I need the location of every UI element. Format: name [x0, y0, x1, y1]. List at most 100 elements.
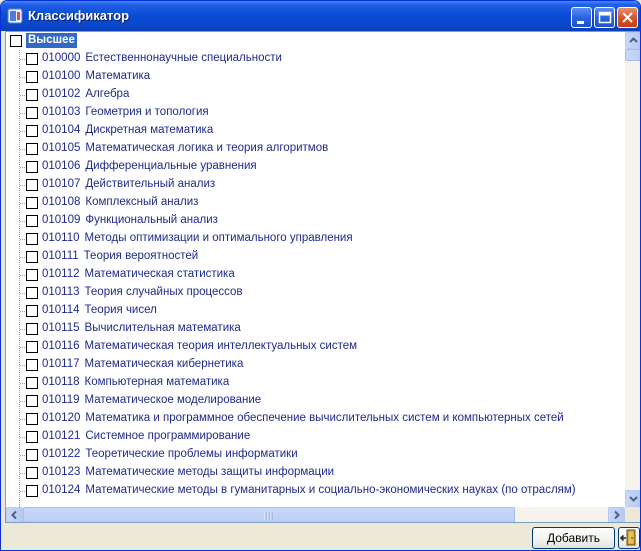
tree-node-label[interactable]: 010119 Математическое моделирование: [42, 394, 261, 406]
tree-node[interactable]: 010109 Функциональный анализ: [6, 212, 625, 230]
tree-node-label[interactable]: 010116 Математическая теория интеллектуал…: [42, 340, 357, 352]
tree-node-label[interactable]: 010110 Методы оптимизации и оптимального …: [42, 232, 353, 244]
tree-node-label[interactable]: 010000 Естественнонаучные специальности: [42, 52, 282, 64]
tree-node[interactable]: 010120 Математика и программное обеспечен…: [6, 410, 625, 428]
close-button[interactable]: [617, 7, 638, 28]
tree-node-label[interactable]: 010117 Математическая кибернетика: [42, 358, 243, 370]
tree-node-checkbox[interactable]: [26, 377, 38, 389]
tree-node[interactable]: 010114 Теория чисел: [6, 302, 625, 320]
tree-node[interactable]: 010102 Алгебра: [6, 86, 625, 104]
tree-node[interactable]: 010115 Вычислительная математика: [6, 320, 625, 338]
tree-node-label[interactable]: 010121 Системное программирование: [42, 430, 250, 442]
tree-node-label[interactable]: 010111 Теория вероятностей: [42, 250, 198, 262]
tree-node-label[interactable]: 010100 Математика: [42, 70, 150, 82]
node-code: 010119: [42, 394, 80, 406]
tree-node-checkbox[interactable]: [26, 233, 38, 245]
tree-node[interactable]: 010121 Системное программирование: [6, 428, 625, 446]
node-code: 010118: [42, 376, 80, 388]
tree-node-checkbox[interactable]: [26, 395, 38, 407]
tree-node-label[interactable]: 010122 Теоретические проблемы информатики: [42, 448, 298, 460]
tree-node-checkbox[interactable]: [26, 197, 38, 209]
tree-node-label[interactable]: 010107 Действительный анализ: [42, 178, 215, 190]
tree-node[interactable]: 010106 Дифференциальные уравнения: [6, 158, 625, 176]
tree-node-checkbox[interactable]: [26, 341, 38, 353]
tree-node-checkbox[interactable]: [26, 215, 38, 227]
tree-node[interactable]: 010108 Комплексный анализ: [6, 194, 625, 212]
tree-node-checkbox[interactable]: [26, 161, 38, 173]
tree-node-label[interactable]: 010103 Геометрия и топология: [42, 106, 209, 118]
tree-node-label[interactable]: 010109 Функциональный анализ: [42, 214, 218, 226]
tree-node-checkbox[interactable]: [26, 143, 38, 155]
tree-node-checkbox[interactable]: [26, 89, 38, 101]
tree-node-checkbox[interactable]: [26, 305, 38, 317]
tree-node[interactable]: 010122 Теоретические проблемы информатики: [6, 446, 625, 464]
tree-node[interactable]: 010112 Математическая статистика: [6, 266, 625, 284]
tree-node-checkbox[interactable]: [26, 359, 38, 371]
tree-node-checkbox[interactable]: [26, 269, 38, 281]
tree-node-checkbox[interactable]: [26, 413, 38, 425]
tree-node[interactable]: 010118 Компьютерная математика: [6, 374, 625, 392]
tree-node-label[interactable]: 010115 Вычислительная математика: [42, 322, 241, 334]
tree-node[interactable]: 010110 Методы оптимизации и оптимального …: [6, 230, 625, 248]
horizontal-scroll-thumb[interactable]: [23, 507, 515, 522]
tree-node-label[interactable]: 010118 Компьютерная математика: [42, 376, 229, 388]
tree-node-checkbox[interactable]: [26, 485, 38, 497]
tree-node-checkbox[interactable]: [26, 125, 38, 137]
node-name: Математика: [85, 70, 151, 82]
tree-node[interactable]: 010103 Геометрия и топология: [6, 104, 625, 122]
node-code: 010122: [42, 448, 81, 460]
tree-node-label[interactable]: 010106 Дифференциальные уравнения: [42, 160, 257, 172]
tree-node-checkbox[interactable]: [26, 53, 38, 65]
tree-node-label[interactable]: 010113 Теория случайных процессов: [42, 286, 243, 298]
minimize-button[interactable]: [571, 7, 592, 28]
tree-node[interactable]: 010117 Математическая кибернетика: [6, 356, 625, 374]
tree-node[interactable]: 010000 Естественнонаучные специальности: [6, 50, 625, 68]
tree-node-checkbox[interactable]: [26, 287, 38, 299]
tree-node-label[interactable]: 010114 Теория чисел: [42, 304, 157, 316]
tree-node-label[interactable]: 010102 Алгебра: [42, 88, 129, 100]
horizontal-scrollbar[interactable]: [6, 507, 625, 522]
tree-node[interactable]: 010111 Теория вероятностей: [6, 248, 625, 266]
arrow-right-icon: [614, 510, 620, 520]
tree-node-label[interactable]: 010104 Дискретная математика: [42, 124, 213, 136]
tree-node-checkbox[interactable]: [26, 179, 38, 191]
tree-node-label[interactable]: 010123 Математические методы защиты инфор…: [42, 466, 334, 478]
tree-root-node[interactable]: Высшее: [6, 32, 625, 50]
vertical-scroll-thumb[interactable]: [625, 49, 640, 61]
add-button[interactable]: Добавить: [532, 527, 615, 549]
tree-node-checkbox[interactable]: [26, 449, 38, 461]
tree-node-label[interactable]: 010105 Математическая логика и теория алг…: [42, 142, 328, 154]
exit-button[interactable]: [618, 527, 640, 549]
tree-node-checkbox[interactable]: [26, 431, 38, 443]
maximize-button[interactable]: [594, 7, 615, 28]
title-bar[interactable]: Классификатор: [1, 1, 640, 31]
tree-node-label[interactable]: 010108 Комплексный анализ: [42, 196, 198, 208]
tree-node[interactable]: 010119 Математическое моделирование: [6, 392, 625, 410]
scroll-left-button[interactable]: [6, 507, 23, 522]
tree-node-label[interactable]: 010112 Математическая статистика: [42, 268, 235, 280]
root-checkbox[interactable]: [10, 35, 22, 47]
tree-node[interactable]: 010116 Математическая теория интеллектуал…: [6, 338, 625, 356]
tree-node[interactable]: 010113 Теория случайных процессов: [6, 284, 625, 302]
tree-node-checkbox[interactable]: [26, 467, 38, 479]
app-window-icon[interactable]: [7, 8, 23, 24]
node-code: 010116: [42, 340, 80, 352]
tree-node-checkbox[interactable]: [26, 71, 38, 83]
root-node-label[interactable]: Высшее: [26, 33, 77, 48]
vertical-scrollbar[interactable]: [625, 32, 640, 507]
tree-node[interactable]: 010100 Математика: [6, 68, 625, 86]
classifier-tree[interactable]: Высшее 010000 Естественнонаучные специаль…: [5, 31, 640, 523]
tree-node[interactable]: 010105 Математическая логика и теория алг…: [6, 140, 625, 158]
tree-node-label[interactable]: 010120 Математика и программное обеспечен…: [42, 412, 564, 424]
tree-node[interactable]: 010124 Математические методы в гуманитарн…: [6, 482, 625, 500]
tree-node-label[interactable]: 010124 Математические методы в гуманитарн…: [42, 484, 576, 496]
tree-node-checkbox[interactable]: [26, 107, 38, 119]
tree-node[interactable]: 010104 Дискретная математика: [6, 122, 625, 140]
tree-node-checkbox[interactable]: [26, 323, 38, 335]
scroll-up-button[interactable]: [625, 32, 640, 49]
tree-node-checkbox[interactable]: [26, 251, 38, 263]
scroll-down-button[interactable]: [625, 490, 640, 507]
tree-node[interactable]: 010123 Математические методы защиты инфор…: [6, 464, 625, 482]
tree-node[interactable]: 010107 Действительный анализ: [6, 176, 625, 194]
scroll-right-button[interactable]: [608, 507, 625, 522]
